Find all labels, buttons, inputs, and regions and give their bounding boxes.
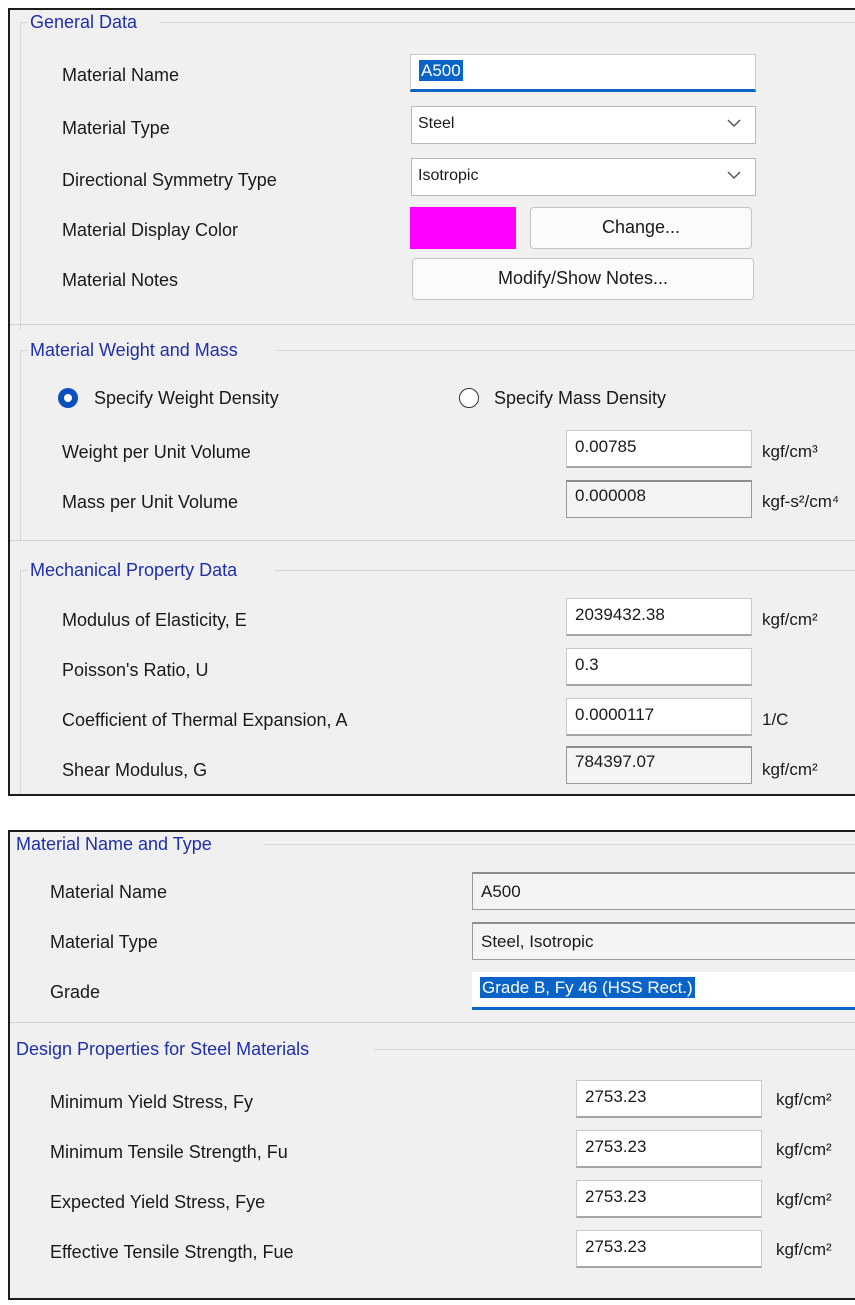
- specify-mass-label[interactable]: Specify Mass Density: [494, 388, 666, 409]
- material-name-input[interactable]: A500: [410, 54, 756, 92]
- name-type-title: Material Name and Type: [14, 834, 214, 855]
- material-type-value: Steel, Isotropic: [481, 932, 594, 951]
- weight-mass-title: Material Weight and Mass: [28, 340, 240, 361]
- thermal-unit: 1/C: [762, 710, 789, 729]
- section-divider: [10, 1022, 855, 1023]
- chevron-down-icon: [727, 119, 741, 128]
- shear-unit: kgf/cm²: [762, 760, 818, 779]
- group-border: [20, 22, 28, 23]
- section-divider: [10, 324, 855, 325]
- change-color-button[interactable]: Change...: [530, 207, 752, 249]
- grade-input[interactable]: Grade B, Fy 46 (HSS Rect.): [472, 972, 855, 1010]
- poisson-label: Poisson's Ratio, U: [62, 660, 209, 680]
- fu-label: Minimum Tensile Strength, Fu: [50, 1142, 288, 1162]
- weight-volume-value: 0.00785: [575, 437, 637, 456]
- poisson-input[interactable]: 0.3: [566, 648, 752, 686]
- thermal-label: Coefficient of Thermal Expansion, A: [62, 710, 348, 730]
- group-border: [20, 350, 28, 351]
- fue-input[interactable]: 2753.23: [576, 1230, 762, 1268]
- material-type-display: Steel, Isotropic: [472, 922, 855, 960]
- group-border: [276, 350, 855, 351]
- group-border: [274, 570, 855, 571]
- thermal-input[interactable]: 0.0000117: [566, 698, 752, 736]
- fue-value: 2753.23: [585, 1237, 647, 1256]
- mass-volume-input: 0.000008: [566, 480, 752, 518]
- group-border: [264, 844, 855, 845]
- mass-volume-value: 0.000008: [575, 486, 646, 505]
- fu-input[interactable]: 2753.23: [576, 1130, 762, 1168]
- material-property-panel: General Data Material Name A500 Material…: [8, 8, 855, 796]
- modulus-unit: kgf/cm²: [762, 610, 818, 629]
- shear-input: 784397.07: [566, 746, 752, 784]
- modify-notes-button[interactable]: Modify/Show Notes...: [412, 258, 754, 300]
- poisson-value: 0.3: [575, 655, 599, 674]
- design-properties-title: Design Properties for Steel Materials: [14, 1039, 312, 1060]
- mass-volume-label: Mass per Unit Volume: [62, 492, 239, 512]
- symmetry-type-label: Directional Symmetry Type: [62, 170, 277, 190]
- fye-value: 2753.23: [585, 1187, 647, 1206]
- grade-value: Grade B, Fy 46 (HSS Rect.): [480, 977, 695, 998]
- fu-value: 2753.23: [585, 1137, 647, 1156]
- fy-unit: kgf/cm²: [776, 1090, 832, 1109]
- group-border: [20, 570, 21, 794]
- mechanical-title: Mechanical Property Data: [28, 560, 240, 581]
- fue-label: Effective Tensile Strength, Fue: [50, 1242, 294, 1262]
- modulus-label: Modulus of Elasticity, E: [62, 610, 247, 630]
- section-divider: [10, 540, 855, 541]
- shear-value: 784397.07: [575, 752, 656, 771]
- fye-input[interactable]: 2753.23: [576, 1180, 762, 1218]
- specify-mass-radio[interactable]: [459, 388, 479, 408]
- shear-label: Shear Modulus, G: [62, 760, 208, 780]
- fy-label: Minimum Yield Stress, Fy: [50, 1092, 254, 1112]
- material-type-label: Material Type: [62, 118, 170, 138]
- modulus-input[interactable]: 2039432.38: [566, 598, 752, 636]
- material-type-label: Material Type: [50, 932, 158, 952]
- modulus-value: 2039432.38: [575, 605, 665, 624]
- group-border: [374, 1049, 855, 1050]
- fu-unit: kgf/cm²: [776, 1140, 832, 1159]
- display-color-swatch: [410, 207, 516, 249]
- symmetry-type-select[interactable]: Isotropic: [411, 158, 756, 196]
- specify-weight-radio[interactable]: [58, 388, 78, 408]
- material-name-display: A500: [472, 872, 855, 910]
- mass-volume-unit: kgf-s²/cm⁴: [762, 492, 840, 511]
- chevron-down-icon: [727, 171, 741, 180]
- general-data-title: General Data: [28, 12, 140, 33]
- group-border: [20, 570, 28, 571]
- fy-input[interactable]: 2753.23: [576, 1080, 762, 1118]
- material-notes-label: Material Notes: [62, 270, 179, 290]
- material-type-value: Steel: [418, 115, 455, 132]
- material-type-select[interactable]: Steel: [411, 106, 756, 144]
- symmetry-type-value: Isotropic: [418, 167, 479, 184]
- grade-label: Grade: [50, 982, 101, 1002]
- material-name-label: Material Name: [50, 882, 168, 902]
- weight-volume-input[interactable]: 0.00785: [566, 430, 752, 468]
- material-name-label: Material Name: [62, 65, 180, 85]
- thermal-value: 0.0000117: [575, 705, 655, 724]
- fue-unit: kgf/cm²: [776, 1240, 832, 1259]
- group-border: [20, 22, 21, 330]
- fy-value: 2753.23: [585, 1087, 647, 1106]
- steel-property-panel: Material Name and Type Material Name A50…: [8, 830, 855, 1300]
- material-name-value: A500: [481, 882, 521, 901]
- weight-volume-label: Weight per Unit Volume: [62, 442, 251, 462]
- weight-volume-unit: kgf/cm³: [762, 442, 818, 461]
- fye-label: Expected Yield Stress, Fye: [50, 1192, 266, 1212]
- fye-unit: kgf/cm²: [776, 1190, 832, 1209]
- specify-weight-label[interactable]: Specify Weight Density: [94, 388, 279, 409]
- material-name-value: A500: [419, 60, 463, 81]
- group-border: [20, 350, 21, 540]
- group-border: [160, 22, 855, 23]
- display-color-label: Material Display Color: [62, 220, 239, 240]
